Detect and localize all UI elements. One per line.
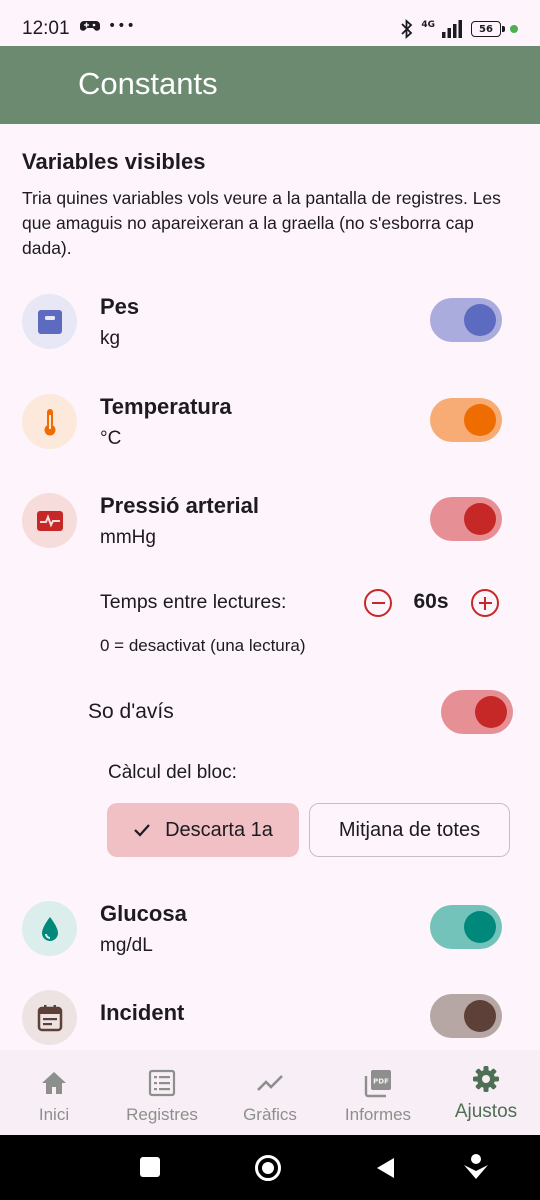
variable-row-glucosa: Glucosa mg/dL bbox=[0, 901, 540, 981]
toggle-thumb bbox=[464, 404, 496, 436]
calc-option-label: Descarta 1a bbox=[165, 818, 273, 841]
page-title: Constants bbox=[78, 66, 218, 101]
settings-content[interactable]: Variables visibles Tria quines variables… bbox=[0, 124, 540, 1050]
more-notifications-icon: ••• bbox=[108, 18, 136, 34]
toggle-thumb bbox=[464, 503, 496, 535]
calc-label: Càlcul del bloc: bbox=[108, 762, 237, 783]
nav-label: Informes bbox=[344, 1105, 412, 1124]
back-button[interactable] bbox=[374, 1156, 396, 1180]
status-bar: 12:01 ••• 4G 56 bbox=[0, 0, 540, 46]
sound-label: So d'avís bbox=[88, 700, 174, 723]
interval-label: Temps entre lectures: bbox=[100, 591, 287, 613]
section-description: Tria quines variables vols veure a la pa… bbox=[22, 188, 501, 258]
home-button[interactable] bbox=[255, 1155, 281, 1181]
nav-label: Ajustos bbox=[454, 1101, 518, 1122]
pdf-icon: PDF bbox=[364, 1070, 391, 1098]
check-icon bbox=[134, 824, 150, 837]
calc-option-discard-first[interactable]: Descarta 1a bbox=[107, 803, 299, 857]
variable-name: Temperatura bbox=[100, 394, 232, 419]
nav-label: Registres bbox=[126, 1105, 198, 1124]
assistant-button[interactable] bbox=[463, 1153, 489, 1181]
system-navigation-bar bbox=[0, 1135, 540, 1200]
home-icon bbox=[42, 1072, 66, 1094]
decrease-interval-button[interactable] bbox=[364, 589, 392, 617]
variable-name: Pressió arterial bbox=[100, 493, 259, 518]
variable-unit: kg bbox=[100, 328, 121, 349]
variable-name: Pes bbox=[100, 294, 140, 319]
svg-text:PDF: PDF bbox=[373, 1078, 389, 1086]
toggle-thumb bbox=[464, 304, 496, 336]
toggle-incident[interactable] bbox=[430, 994, 502, 1038]
signal-icon bbox=[442, 20, 462, 38]
toggle-thumb bbox=[475, 696, 507, 728]
variable-name: Glucosa bbox=[100, 901, 187, 926]
status-notification-icons: ••• bbox=[80, 18, 136, 34]
nav-item-registres[interactable]: Registres bbox=[108, 1050, 216, 1135]
variable-row-temperatura: Temperatura °C bbox=[0, 394, 540, 474]
toggle-thumb bbox=[464, 1000, 496, 1032]
interval-hint: 0 = desactivat (una lectura) bbox=[100, 636, 306, 655]
bluetooth-icon bbox=[401, 19, 413, 39]
toggle-temperatura[interactable] bbox=[430, 398, 502, 442]
network-type: 4G bbox=[421, 20, 435, 30]
gamepad-icon bbox=[80, 21, 100, 31]
calc-option-label: Mitjana de totes bbox=[338, 818, 481, 841]
battery-level: 56 bbox=[479, 23, 493, 35]
variable-row-pes: Pes kg bbox=[0, 294, 540, 374]
list-icon bbox=[148, 1069, 176, 1097]
nav-label: Inici bbox=[38, 1105, 70, 1124]
toggle-pes[interactable] bbox=[430, 298, 502, 342]
drop-icon bbox=[22, 901, 77, 956]
variable-unit: mmHg bbox=[100, 527, 156, 548]
calc-option-average-all[interactable]: Mitjana de totes bbox=[309, 803, 510, 857]
variable-unit: mg/dL bbox=[100, 935, 153, 956]
variable-name: Incident bbox=[100, 1000, 185, 1025]
nav-item-inici[interactable]: Inici bbox=[0, 1050, 108, 1135]
nav-label: Gràfics bbox=[243, 1105, 297, 1124]
status-right-icons: 4G 56 bbox=[400, 19, 518, 39]
nav-item-informes[interactable]: PDF Informes bbox=[324, 1050, 432, 1135]
chart-icon bbox=[257, 1075, 283, 1091]
variable-unit: °C bbox=[100, 428, 122, 449]
interval-value: 60s bbox=[413, 590, 449, 613]
toggle-glucosa[interactable] bbox=[430, 905, 502, 949]
variable-row-incident: Incident bbox=[0, 990, 540, 1050]
increase-interval-button[interactable] bbox=[471, 589, 499, 617]
gear-icon bbox=[473, 1066, 499, 1092]
thermometer-icon bbox=[22, 394, 77, 449]
dot-icon bbox=[510, 25, 518, 33]
bottom-navigation: Inici Registres Gràfics PDF Informes Aju… bbox=[0, 1050, 540, 1135]
scale-icon bbox=[22, 294, 77, 349]
nav-item-ajustos[interactable]: Ajustos bbox=[432, 1050, 540, 1135]
section-title: Variables visibles bbox=[22, 149, 206, 174]
toggle-sound[interactable] bbox=[441, 690, 513, 734]
status-time: 12:01 bbox=[22, 18, 70, 39]
app-bar: Constants bbox=[0, 46, 540, 124]
recents-button[interactable] bbox=[140, 1157, 160, 1177]
toggle-pressio[interactable] bbox=[430, 497, 502, 541]
calendar-icon bbox=[22, 990, 77, 1045]
nav-item-grafics[interactable]: Gràfics bbox=[216, 1050, 324, 1135]
battery-icon: 56 bbox=[471, 21, 505, 37]
toggle-thumb bbox=[464, 911, 496, 943]
heart-monitor-icon bbox=[22, 493, 77, 548]
variable-row-pressio: Pressió arterial mmHg bbox=[0, 493, 540, 573]
